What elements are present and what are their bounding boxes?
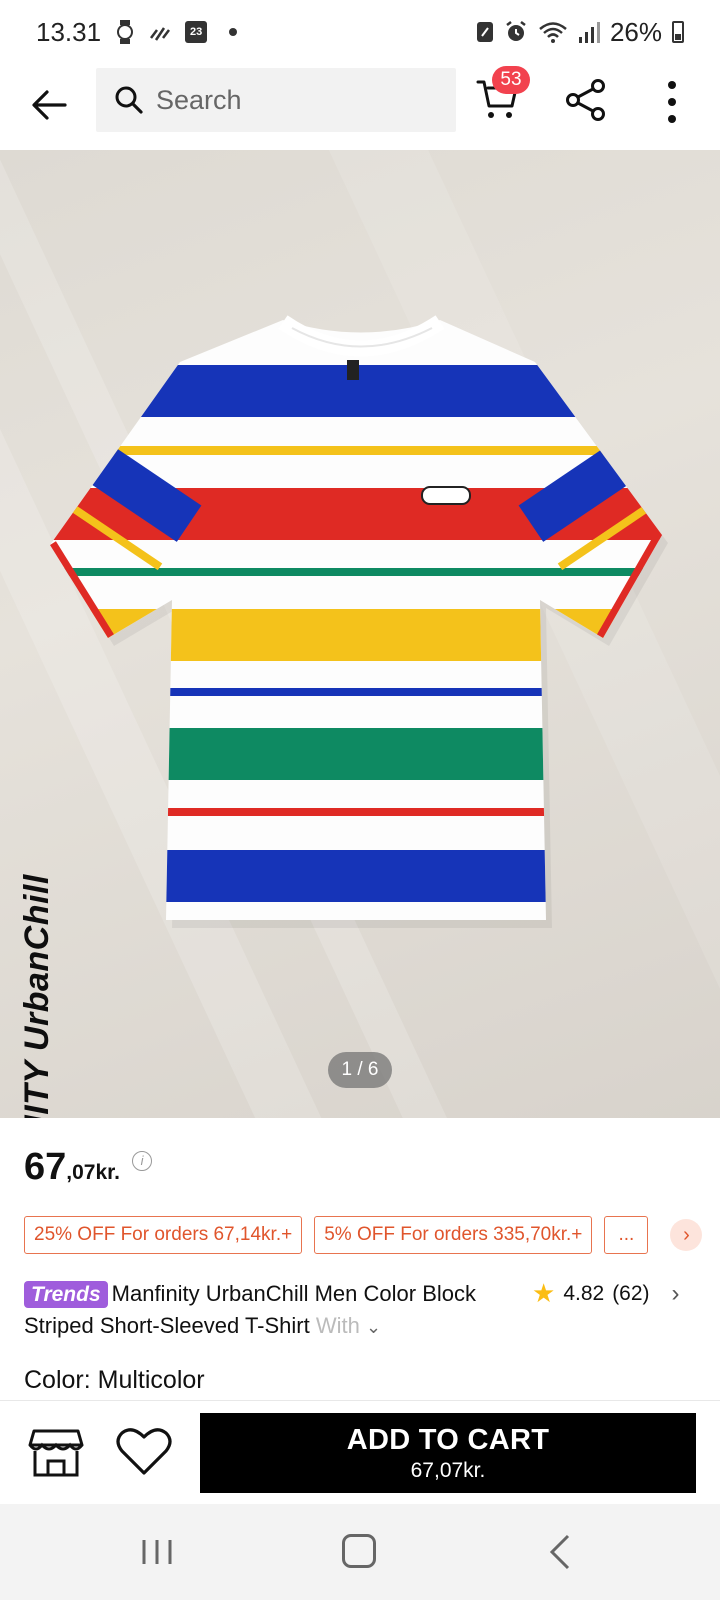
search-placeholder: Search xyxy=(156,84,242,115)
product-title[interactable]: Trends Manfinity UrbanChill Men Color Blo… xyxy=(24,1278,504,1343)
coupon-row: 25% OFF For orders 67,14kr.+ 5% OFF For … xyxy=(24,1216,703,1254)
product-title-faded: With xyxy=(309,1313,360,1338)
coupon-5-off[interactable]: 5% OFF For orders 335,70kr.+ xyxy=(314,1216,593,1254)
chevron-right-icon[interactable]: › xyxy=(670,1219,703,1251)
battery-percent: 26% xyxy=(609,16,662,47)
status-time: 13.31 xyxy=(36,16,102,47)
share-icon xyxy=(566,79,605,121)
calendar-icon: 23 xyxy=(185,21,208,43)
home-button[interactable] xyxy=(342,1534,376,1568)
recent-apps-button[interactable] xyxy=(140,1538,174,1566)
rating[interactable]: ★ 4.82 (62) › xyxy=(532,1278,680,1309)
battery-icon xyxy=(672,21,684,43)
color-label: Color: Multicolor xyxy=(24,1366,205,1394)
system-nav-bar xyxy=(0,1504,720,1600)
coupon-more[interactable]: ... xyxy=(604,1216,649,1254)
more-vertical-icon[interactable] xyxy=(658,76,686,128)
price: 67 ,07kr. i xyxy=(24,1146,153,1189)
wishlist-button[interactable] xyxy=(116,1427,172,1479)
trends-badge: Trends xyxy=(24,1281,108,1308)
product-image[interactable]: MANFINITY UrbanChill 1 / 6 xyxy=(0,150,720,1118)
rating-count: (62) xyxy=(612,1281,650,1305)
wifi-icon xyxy=(538,21,568,43)
star-icon: ★ xyxy=(532,1278,556,1308)
bottom-action-bar: ADD TO CART 67,07kr. xyxy=(0,1400,720,1504)
search-icon xyxy=(115,86,143,114)
nav-back-button[interactable] xyxy=(548,1534,572,1570)
cart-count-badge: 53 xyxy=(492,66,530,94)
watch-icon xyxy=(115,20,135,44)
status-bar: 13.31 23 26% xyxy=(0,0,720,64)
nav-back-icon xyxy=(549,1534,570,1570)
rating-value: 4.82 xyxy=(563,1281,605,1305)
back-button[interactable] xyxy=(26,82,72,128)
recent-apps-icon xyxy=(142,1540,172,1564)
image-pager: 1 / 6 xyxy=(328,1052,392,1088)
tshirt-image xyxy=(50,315,668,928)
chevron-down-icon[interactable]: ⌄ xyxy=(366,1317,381,1337)
info-icon[interactable]: i xyxy=(132,1150,153,1171)
store-button[interactable] xyxy=(28,1427,84,1479)
price-decimal: ,07kr. xyxy=(66,1161,121,1184)
store-icon xyxy=(28,1429,84,1477)
add-to-cart-price: 67,07kr. xyxy=(410,1458,486,1482)
share-button[interactable] xyxy=(564,78,612,126)
nfc-icon xyxy=(476,21,494,43)
add-to-cart-label: ADD TO CART xyxy=(346,1423,550,1456)
coupon-25-off[interactable]: 25% OFF For orders 67,14kr.+ xyxy=(24,1216,303,1254)
heart-icon xyxy=(116,1428,172,1475)
top-nav: Search 53 xyxy=(0,64,720,150)
alarm-icon xyxy=(504,20,528,44)
signal-icon xyxy=(578,21,600,43)
add-to-cart-button[interactable]: ADD TO CART 67,07kr. xyxy=(200,1413,696,1493)
notification-dot xyxy=(229,28,238,36)
price-integer: 67 xyxy=(24,1146,67,1188)
chevron-right-icon: › xyxy=(671,1279,680,1307)
search-input[interactable]: Search xyxy=(96,68,456,132)
brand-watermark: MANFINITY UrbanChill xyxy=(18,874,56,1118)
back-arrow-icon xyxy=(32,90,67,120)
data-saver-icon xyxy=(149,22,171,42)
